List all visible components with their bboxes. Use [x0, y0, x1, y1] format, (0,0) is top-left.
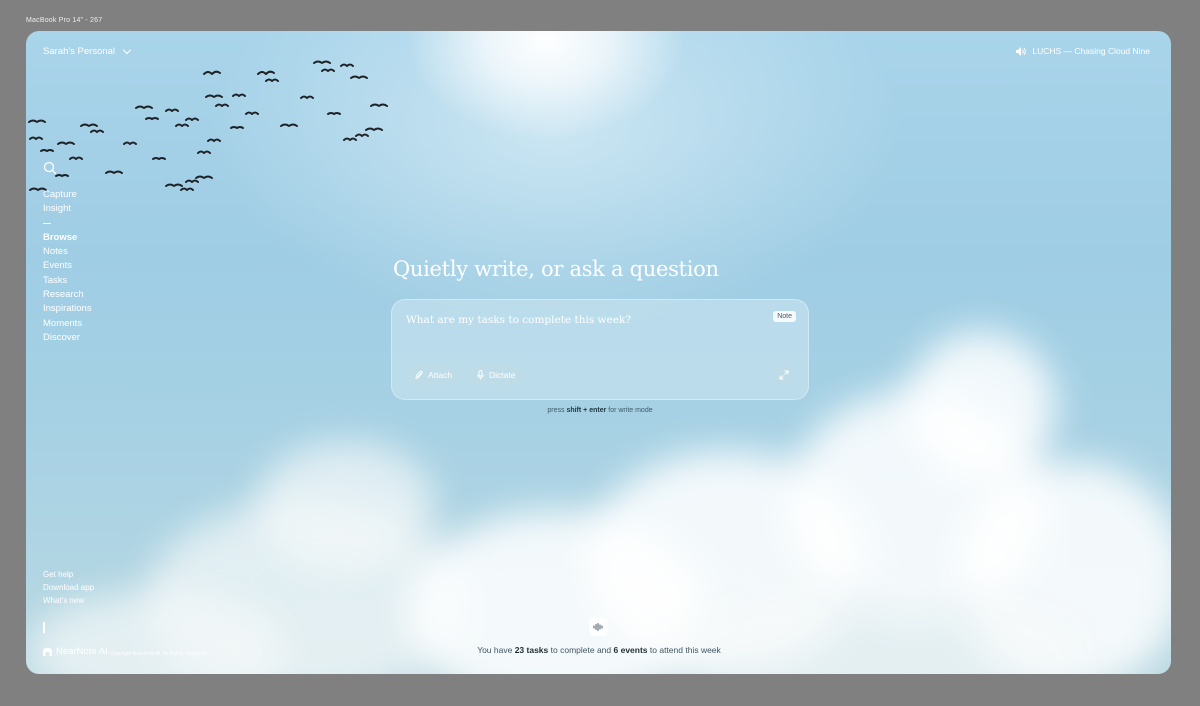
copyright-text: Copyright NearNote AI. All Rights Reserv… — [110, 651, 207, 657]
hint-keys: shift + enter — [566, 407, 607, 414]
app-screen: Sarah's Personal LUCHS — Chasing Cloud N… — [26, 31, 1171, 674]
sidebar-nav: Capture Insight Browse Notes Events Task… — [43, 188, 92, 345]
hint-prefix: press — [547, 407, 565, 414]
waveform-icon — [593, 622, 603, 631]
dictate-button[interactable]: Dictate — [467, 364, 526, 386]
nav-heading-browse[interactable]: Browse — [43, 231, 92, 245]
microphone-icon — [477, 370, 484, 380]
now-playing-text: LUCHS — Chasing Cloud Nine — [1032, 46, 1150, 56]
nav-item-tasks[interactable]: Tasks — [43, 274, 92, 288]
dictate-label: Dictate — [489, 370, 516, 380]
voice-button[interactable] — [589, 617, 608, 636]
nav-item-inspirations[interactable]: Inspirations — [43, 302, 92, 316]
attach-label: Attach — [428, 370, 453, 380]
nav-divider — [43, 217, 92, 231]
nav-item-insight[interactable]: Insight — [43, 202, 92, 216]
keyboard-hint: press shift + enter for write mode — [391, 407, 809, 414]
text-cursor — [43, 622, 45, 633]
mode-badge[interactable]: Note — [773, 311, 796, 322]
hint-suffix: for write mode — [608, 407, 653, 414]
nav-item-research[interactable]: Research — [43, 288, 92, 302]
chevron-down-icon — [122, 45, 132, 55]
now-playing[interactable]: LUCHS — Chasing Cloud Nine — [1016, 46, 1150, 56]
attach-button[interactable]: Attach — [405, 364, 463, 386]
composer-panel: What are my tasks to complete this week?… — [391, 299, 809, 400]
workspace-name: Sarah's Personal — [43, 46, 116, 57]
link-download-app[interactable]: Download app — [43, 581, 94, 594]
expand-icon — [779, 370, 789, 380]
link-get-help[interactable]: Get help — [43, 568, 94, 581]
expand-button[interactable] — [773, 364, 795, 386]
summary-events-count[interactable]: 6 events — [614, 645, 648, 655]
nav-item-capture[interactable]: Capture — [43, 188, 92, 202]
summary-middle: to complete and — [550, 645, 612, 655]
composer-input[interactable]: What are my tasks to complete this week? — [406, 314, 736, 326]
summary-suffix: to attend this week — [649, 645, 721, 655]
brand-name: NearNote AI — [56, 646, 108, 657]
composer-headline: Quietly write, or ask a question — [393, 257, 719, 281]
summary-tasks-count[interactable]: 23 tasks — [515, 645, 549, 655]
paperclip-icon — [415, 370, 423, 379]
search-icon[interactable] — [43, 161, 57, 175]
nearnote-logo-icon — [43, 647, 52, 656]
device-frame-label: MacBook Pro 14" - 267 — [26, 17, 103, 24]
speaker-icon — [1016, 46, 1027, 56]
workspace-switcher[interactable]: Sarah's Personal — [43, 45, 132, 57]
summary-prefix: You have — [477, 645, 513, 655]
nav-item-events[interactable]: Events — [43, 259, 92, 273]
footer-links: Get help Download app What's new — [43, 568, 94, 607]
weekly-summary: You have 23 tasks to complete and 6 even… — [386, 645, 812, 655]
brand-logo: NearNote AI — [43, 646, 108, 657]
link-whats-new[interactable]: What's new — [43, 594, 94, 607]
nav-item-discover[interactable]: Discover — [43, 331, 92, 345]
nav-item-moments[interactable]: Moments — [43, 317, 92, 331]
nav-item-notes[interactable]: Notes — [43, 245, 92, 259]
